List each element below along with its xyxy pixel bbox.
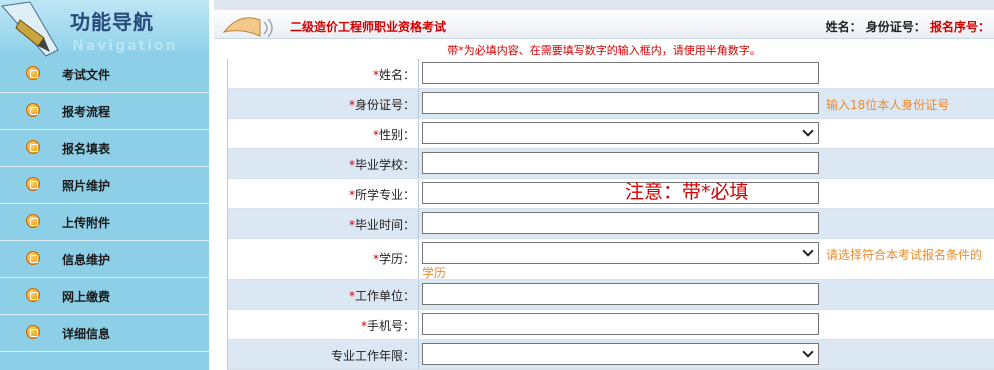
sidebar-nav: 功能导航 Navigation 考试文件 报考流程 报名填表 照片维护 上传附件…	[0, 0, 209, 370]
name-input[interactable]	[422, 62, 819, 84]
id-number-input[interactable]	[422, 92, 819, 114]
sidebar-item-process[interactable]: 报考流程	[0, 93, 209, 130]
field-label: 学历：	[378, 252, 415, 266]
field-label: 专业工作年限：	[330, 349, 415, 363]
document-icon	[26, 66, 40, 80]
field-label: 性别：	[378, 128, 415, 142]
pen-nib-icon	[1, 1, 59, 57]
form-row-major: *所学专业：	[227, 179, 994, 209]
sidebar-item-label: 详细信息	[62, 327, 111, 341]
education-select[interactable]	[422, 242, 819, 264]
work-years-select[interactable]	[422, 343, 819, 365]
sidebar-item-label: 网上缴费	[62, 290, 111, 304]
document-icon	[26, 251, 40, 265]
sidebar-item-photo[interactable]: 照片维护	[0, 167, 209, 204]
education-hint: 请选择符合本考试报名条件的	[826, 248, 983, 262]
document-icon	[26, 214, 40, 228]
sidebar-item-exam-files[interactable]: 考试文件	[0, 56, 209, 93]
exam-title: 二级造价工程师职业资格考试	[290, 20, 447, 34]
sidebar-item-info[interactable]: 信息维护	[0, 241, 209, 278]
nav-title: 功能导航	[70, 10, 154, 34]
id-label: 身份证号：	[865, 20, 926, 34]
sidebar-item-label: 信息维护	[62, 253, 111, 267]
header-bar: 二级造价工程师职业资格考试 姓名： 身份证号： 报名序号：	[214, 10, 994, 39]
sidebar-item-registration-form[interactable]: 报名填表	[0, 130, 209, 167]
reg-number-label: 报名序号：	[929, 20, 990, 34]
form-row-name: *姓名：	[227, 59, 994, 89]
document-icon	[26, 140, 40, 154]
user-info: 姓名： 身份证号： 报名序号：	[826, 18, 990, 35]
megaphone-icon	[222, 17, 273, 38]
sidebar-item-details[interactable]: 详细信息	[0, 315, 209, 352]
document-icon	[26, 288, 40, 302]
form-row-school: *毕业学校：	[227, 149, 994, 179]
name-label: 姓名：	[825, 20, 862, 34]
field-label: 身份证号：	[354, 98, 415, 112]
id-hint: 输入18位本人身份证号	[826, 98, 950, 112]
nav-header: 功能导航 Navigation	[0, 0, 209, 57]
required-notice: 带*为必填内容、在需要填写数字的输入框内，请使用半角数字。	[447, 44, 761, 57]
form-row-education: *学历： 请选择符合本考试报名条件的 学历	[227, 239, 994, 280]
field-label: 毕业学校：	[354, 158, 415, 172]
form-row-work-years: 专业工作年限：	[227, 340, 994, 370]
sidebar-item-label: 上传附件	[62, 216, 111, 230]
nav-subtitle: Navigation	[72, 38, 178, 54]
form-row-graduation: *毕业时间：	[227, 209, 994, 239]
field-label: 工作单位：	[354, 289, 415, 303]
form-row-phone: *手机号：	[227, 310, 994, 340]
sidebar-item-label: 照片维护	[62, 179, 111, 193]
sidebar-item-label: 报考流程	[62, 105, 111, 119]
phone-input[interactable]	[422, 313, 819, 335]
field-label: 毕业时间：	[354, 218, 415, 232]
field-label: 姓名：	[378, 68, 415, 82]
document-icon	[26, 325, 40, 339]
top-ribbon	[214, 0, 994, 10]
sidebar-item-upload[interactable]: 上传附件	[0, 204, 209, 241]
school-input[interactable]	[422, 152, 819, 174]
sidebar-item-label: 报名填表	[62, 142, 111, 156]
sidebar-item-label: 考试文件	[62, 68, 111, 82]
employer-input[interactable]	[422, 283, 819, 305]
major-input[interactable]	[422, 182, 819, 204]
field-label: 所学专业：	[354, 188, 415, 202]
field-label: 手机号：	[366, 319, 415, 333]
overlay-note: 注意：带*必填	[625, 181, 749, 203]
document-icon	[26, 177, 40, 191]
education-hint-wrap: 学历	[422, 266, 447, 280]
form-row-gender: *性别：	[227, 119, 994, 149]
form-row-id: *身份证号： 输入18位本人身份证号	[227, 89, 994, 119]
graduation-date-input[interactable]	[422, 212, 819, 234]
form-row-employer: *工作单位：	[227, 280, 994, 310]
sidebar-item-payment[interactable]: 网上缴费	[0, 278, 209, 315]
registration-form: *姓名： *身份证号： 输入18位本人身份证号 *性别： *毕业学校： *所学专…	[227, 59, 994, 370]
gender-select[interactable]	[422, 122, 819, 144]
document-icon	[26, 103, 40, 117]
